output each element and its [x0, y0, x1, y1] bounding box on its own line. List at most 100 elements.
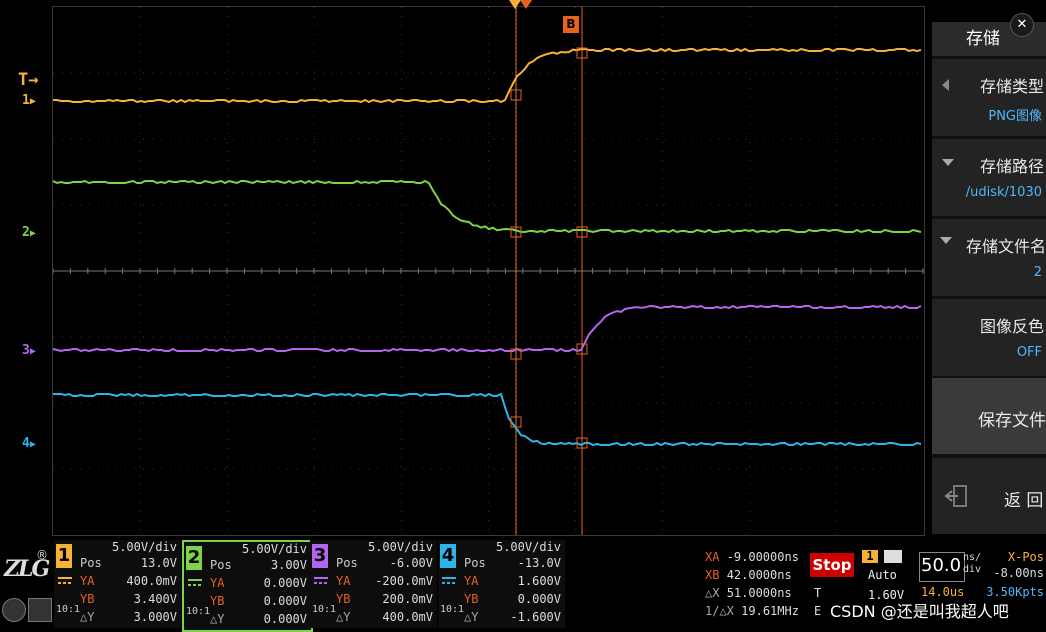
ch3-trace	[53, 304, 922, 353]
cursor-b-label[interactable]: B	[563, 16, 579, 33]
dc-coupling-icon	[186, 576, 204, 590]
pos-label: Pos	[80, 556, 102, 570]
xpos-label: X-Pos	[1007, 550, 1044, 564]
yb-label: YB	[336, 592, 351, 606]
channel-number-badge: 2	[186, 546, 202, 570]
trigger-marker-label: T	[18, 70, 29, 90]
pos-label: Pos	[210, 558, 232, 572]
dy-value: 3.000V	[133, 610, 177, 624]
ya-label: YA	[80, 574, 95, 588]
trigger-channel-badge: 1	[862, 550, 878, 563]
dc-coupling-icon	[312, 574, 330, 588]
ch2-trace	[53, 179, 922, 234]
arrow-right-icon: →	[28, 70, 39, 90]
caret-down-icon	[940, 237, 952, 244]
channel-scale: 5.00V/div	[241, 542, 307, 556]
menu-item-value: OFF	[1016, 345, 1042, 360]
menu-item-label: 存储路径	[979, 157, 1044, 176]
menu-item-label: 存储文件名	[965, 237, 1046, 256]
xb-value: 42.0000ns	[726, 568, 792, 582]
yb-label: YB	[210, 594, 225, 608]
ch3-offset-marker[interactable]: 3▶	[22, 343, 36, 358]
dx-value: 51.0000ns	[726, 586, 792, 600]
dy-value: 0.000V	[263, 612, 307, 626]
close-icon[interactable]: ✕	[1010, 13, 1034, 37]
dc-coupling-icon	[440, 574, 458, 588]
back-label: 返 回	[1004, 491, 1044, 511]
dx-label: △X	[705, 586, 720, 600]
yb-value: 3.400V	[133, 592, 177, 606]
dy-value: -1.600V	[510, 610, 561, 624]
menu-item-label: 图像反色	[979, 317, 1044, 336]
pos-value: 13.0V	[140, 556, 177, 570]
trigger-type-icon	[884, 550, 902, 563]
ya-label: YA	[210, 576, 225, 590]
ch1-trace	[53, 47, 922, 104]
save-file-button[interactable]: 保存文件	[932, 378, 1046, 454]
menu-item-value: PNG图像	[988, 109, 1042, 124]
menu-item-invert-image[interactable]: 图像反色 OFF	[932, 299, 1046, 376]
dy-label: △Y	[336, 610, 351, 624]
dy-label: △Y	[464, 610, 479, 624]
inv-dx-label: 1/△X	[705, 604, 734, 618]
channel-number-badge: 4	[440, 544, 456, 568]
channel-number-badge: 1	[56, 544, 72, 568]
menu-item-label: 存储类型	[979, 77, 1044, 96]
watermark: CSDN @还是叫我超人吧	[830, 602, 1009, 621]
menu-item-value: /udisk/1030	[965, 185, 1042, 200]
dc-coupling-icon	[56, 574, 74, 588]
trigger-level-marker[interactable]: T→	[18, 70, 39, 90]
probe-ratio: 10:1	[440, 604, 465, 615]
pos-value: 3.00V	[270, 558, 307, 572]
ch1-offset-marker[interactable]: 1▶	[22, 93, 36, 108]
pos-label: Pos	[336, 556, 358, 570]
timebase-unit-bottom: div	[963, 564, 982, 575]
cursor-measurements[interactable]: XA -9.00000ns XB 42.0000ns △X 51.0000ns …	[703, 548, 809, 628]
dy-label: △Y	[80, 610, 95, 624]
caret-left-icon	[942, 79, 949, 91]
caret-down-icon	[942, 159, 954, 166]
arrow-right-icon: ▶	[29, 96, 36, 107]
channel-1-panel[interactable]: 1 5.00V/div Pos 13.0V YA 400.0mV YB 3.400V 10:1 △…	[54, 540, 181, 628]
dy-value: 400.0mV	[382, 610, 433, 624]
display-mode-icon[interactable]	[28, 598, 52, 622]
channel-2-panel[interactable]: 2 5.00V/div Pos 3.00V YA 0.000V YB 0.000V 10:1 △Y…	[182, 540, 313, 632]
ya-value: -200.0mV	[375, 574, 433, 588]
channel-4-panel[interactable]: 4 5.00V/div Pos -13.0V YA 1.600V YB 0.000V 10:1 △…	[438, 540, 565, 628]
cursor-a-marker-icon[interactable]	[520, 0, 532, 9]
waveform-canvas	[53, 7, 924, 535]
waveform-display[interactable]	[52, 6, 925, 536]
probe-ratio: 10:1	[186, 606, 211, 617]
back-icon	[944, 485, 967, 507]
channel-number-badge: 3	[312, 544, 328, 568]
back-button[interactable]: 返 回	[932, 458, 1046, 534]
menu-item-storage-path[interactable]: 存储路径 /udisk/1030	[932, 139, 1046, 216]
dy-label: △Y	[210, 612, 225, 626]
channel-scale: 5.00V/div	[367, 540, 433, 554]
brand-logo: ZLG ®	[2, 548, 52, 588]
ch4-offset-marker[interactable]: 4▶	[22, 436, 36, 451]
magnify-icon[interactable]	[2, 598, 26, 622]
channel-3-panel[interactable]: 3 5.00V/div Pos -6.00V YA -200.0mV YB 200.0mV 10…	[310, 540, 437, 628]
probe-ratio: 10:1	[56, 604, 81, 615]
ch2-offset-marker[interactable]: 2▶	[22, 225, 36, 240]
yb-value: 0.000V	[263, 594, 307, 608]
trigger-label: T	[814, 586, 822, 600]
timebase-unit-top: ns/	[963, 552, 982, 563]
xb-label: XB	[705, 568, 720, 582]
yb-value: 200.0mV	[382, 592, 433, 606]
timebase-value: 50.0	[921, 555, 962, 576]
menu-item-file-name[interactable]: 存储文件名 2	[932, 219, 1046, 296]
trigger-mode: Auto	[868, 568, 897, 582]
run-stop-button[interactable]: Stop	[810, 553, 854, 577]
ya-value: 400.0mV	[126, 574, 177, 588]
xa-label: XA	[705, 550, 720, 564]
menu-item-storage-type[interactable]: 存储类型 PNG图像	[932, 59, 1046, 136]
pos-value: -6.00V	[389, 556, 433, 570]
menu-item-value: 2	[1033, 265, 1042, 280]
trigger-edge: E	[814, 604, 822, 618]
probe-ratio: 10:1	[312, 604, 337, 615]
arrow-right-icon: ▶	[29, 439, 36, 450]
ch4-marker-label: 4	[22, 436, 30, 451]
arrow-right-icon: ▶	[29, 228, 36, 239]
